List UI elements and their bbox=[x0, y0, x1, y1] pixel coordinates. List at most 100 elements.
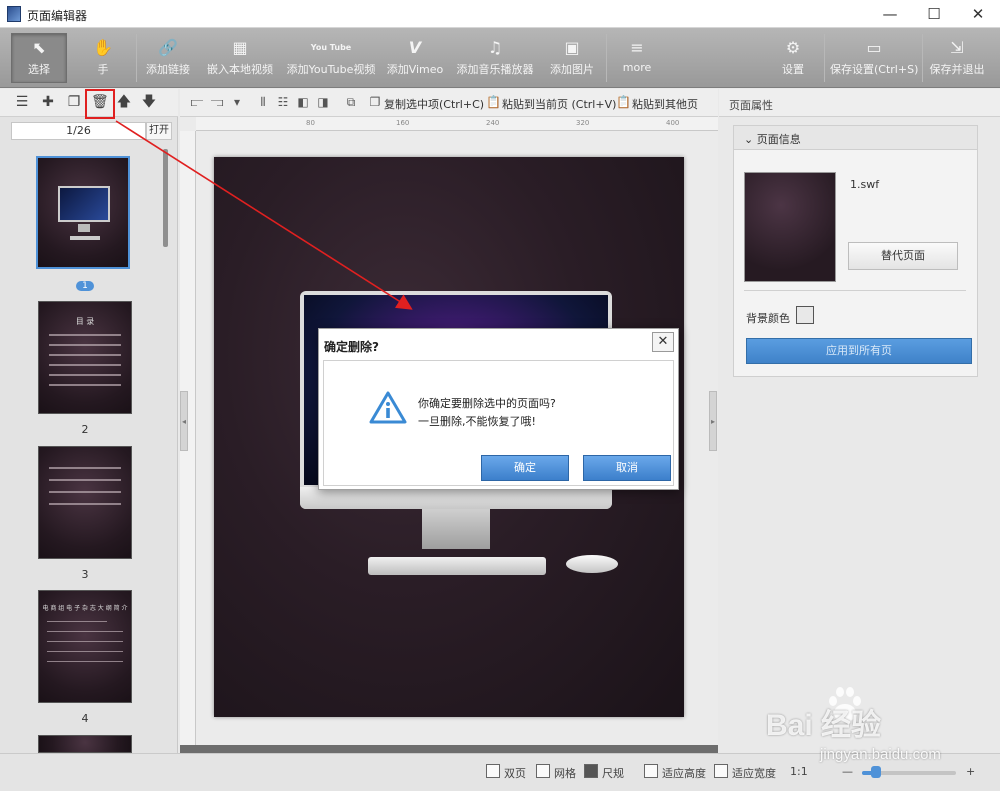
page-info-section: ⌄ 页面信息 1.swf 替代页面 背景颜色 应用到所有页 bbox=[733, 125, 978, 377]
grid-toggle[interactable]: 网格 bbox=[554, 765, 576, 781]
arrow-up-icon[interactable]: 🡅 bbox=[116, 94, 132, 110]
youtube-icon: You Tube bbox=[310, 43, 352, 52]
page-list-toolbar: ☰ ✚ ❐ 🗑 🡅 🡇 bbox=[0, 89, 178, 119]
bg-color-swatch[interactable] bbox=[796, 306, 814, 324]
add-youtube-button[interactable]: You Tube 添加YouTube视频 bbox=[284, 28, 378, 86]
maximize-button[interactable]: ☐ bbox=[912, 0, 956, 28]
mouse-image bbox=[566, 555, 618, 573]
ok-button[interactable]: 确定 bbox=[481, 455, 569, 481]
double-page-toggle[interactable]: 双页 bbox=[504, 765, 526, 781]
zoom-out-button[interactable]: — bbox=[842, 765, 853, 778]
vimeo-icon: V bbox=[408, 38, 422, 57]
main-toolbar: ⬉ 选择 ✋ 手 🔗 添加链接 ▦ 嵌入本地视频 You Tube 添加YouT… bbox=[0, 28, 1000, 88]
send-back-icon[interactable]: ◨ bbox=[316, 95, 330, 109]
minimize-button[interactable]: — bbox=[868, 0, 912, 28]
add-image-button[interactable]: ▣ 添加图片 bbox=[544, 28, 600, 86]
add-music-player-button[interactable]: ♫ 添加音乐播放器 bbox=[452, 28, 538, 86]
title-bar: 页面编辑器 — ☐ ✕ bbox=[0, 0, 1000, 28]
fit-width-icon[interactable] bbox=[714, 764, 728, 778]
paste-current-button[interactable]: 粘贴到当前页 (Ctrl+V) bbox=[502, 96, 616, 112]
page-properties-panel: 页面属性 ⌄ 页面信息 1.swf 替代页面 背景颜色 应用到所有页 bbox=[719, 89, 1000, 753]
distribute-v-icon[interactable]: ☷ bbox=[276, 95, 290, 109]
horizontal-ruler: 80 160 240 320 400 bbox=[196, 117, 718, 131]
exit-icon: ⇲ bbox=[950, 38, 964, 57]
list-icon[interactable]: ☰ bbox=[14, 94, 30, 110]
fit-height-icon[interactable] bbox=[644, 764, 658, 778]
paste-icon[interactable]: 📋 bbox=[486, 95, 501, 109]
add-vimeo-button[interactable]: V 添加Vimeo bbox=[384, 28, 446, 86]
arrow-down-icon[interactable]: 🡇 bbox=[141, 94, 157, 110]
info-warning-icon bbox=[369, 391, 407, 424]
gear-icon: ⚙ bbox=[785, 38, 801, 57]
cancel-button[interactable]: 取消 bbox=[583, 455, 671, 481]
save-and-exit-button[interactable]: ⇲ 保存并退出 bbox=[926, 28, 988, 86]
dialog-close-button[interactable]: ✕ bbox=[652, 332, 674, 352]
open-button[interactable]: 打开 bbox=[146, 122, 172, 140]
chevron-down-icon: ⌄ bbox=[744, 133, 754, 146]
dialog-message-line2: 一旦删除,不能恢复了哦! bbox=[418, 415, 536, 428]
page-number-2: 2 bbox=[81, 423, 89, 436]
page-file-name: 1.swf bbox=[850, 178, 880, 191]
select-tool-button[interactable]: ⬉ 选择 bbox=[11, 33, 67, 83]
image-icon: ▣ bbox=[564, 38, 580, 57]
collapse-left-tab[interactable]: ◂ bbox=[180, 391, 188, 451]
close-window-button[interactable]: ✕ bbox=[956, 0, 1000, 28]
page-number-3: 3 bbox=[81, 568, 89, 581]
bring-front-icon[interactable]: ◧ bbox=[296, 95, 310, 109]
paste-other-pages-button[interactable]: 粘贴到其他页 bbox=[632, 96, 698, 112]
page-info-header[interactable]: ⌄ 页面信息 bbox=[734, 126, 977, 150]
save-settings-button[interactable]: ▭ 保存设置(Ctrl+S) bbox=[830, 28, 918, 86]
save-icon: ▭ bbox=[866, 38, 882, 57]
window-title: 页面编辑器 bbox=[27, 9, 88, 23]
watermark-url: jingyan.baidu.com bbox=[820, 746, 941, 763]
annotation-highlight-box bbox=[85, 89, 115, 119]
ruler-icon[interactable] bbox=[584, 764, 598, 778]
grid-icon[interactable] bbox=[536, 764, 550, 778]
fit-width-button[interactable]: 适应宽度 bbox=[732, 765, 776, 781]
link-icon: 🔗 bbox=[158, 38, 178, 57]
zoom-in-button[interactable]: + bbox=[966, 765, 975, 778]
copy-page-icon[interactable]: ❐ bbox=[66, 94, 82, 110]
ruler-toggle[interactable]: 尺规 bbox=[602, 765, 624, 781]
page-list-panel: ☰ ✚ ❐ 🗑 🡅 🡇 1/26 打开 1 目 录 2 3 电 商 组 电 子 … bbox=[0, 89, 178, 753]
align-left-icon[interactable]: ⫍ bbox=[190, 95, 204, 109]
distribute-h-icon[interactable]: ⦀ bbox=[256, 95, 270, 109]
settings-button[interactable]: ⚙ 设置 bbox=[772, 28, 814, 86]
zoom-slider-knob[interactable] bbox=[871, 766, 882, 778]
layer-icon[interactable]: ⧉ bbox=[344, 95, 358, 109]
collapse-right-tab[interactable]: ▸ bbox=[709, 391, 717, 451]
keyboard-image bbox=[368, 557, 546, 575]
copy-icon[interactable]: ❐ bbox=[368, 95, 382, 109]
copy-selected-button[interactable]: 复制选中项(Ctrl+C) bbox=[384, 96, 484, 112]
page-thumbnail-4[interactable]: 电 商 组 电 子 杂 志 大 纲 简 介 bbox=[38, 590, 132, 703]
more-button[interactable]: ≡ more bbox=[614, 28, 660, 86]
page-thumbnail-1[interactable] bbox=[36, 156, 130, 269]
bg-color-label: 背景颜色 bbox=[746, 312, 790, 325]
page-thumbnail-3[interactable] bbox=[38, 446, 132, 559]
hand-icon: ✋ bbox=[93, 38, 113, 57]
monitor-stand bbox=[422, 509, 490, 549]
add-link-button[interactable]: 🔗 添加链接 bbox=[140, 28, 196, 86]
hand-tool-button[interactable]: ✋ 手 bbox=[78, 28, 128, 86]
actual-size-button[interactable]: 1:1 bbox=[790, 765, 808, 778]
page-info-thumbnail bbox=[744, 172, 836, 282]
page-thumbnail-2[interactable]: 目 录 bbox=[38, 301, 132, 414]
align-top-icon[interactable]: ⫎ bbox=[210, 95, 224, 109]
add-page-icon[interactable]: ✚ bbox=[40, 94, 56, 110]
horizontal-scrollbar[interactable] bbox=[180, 745, 718, 753]
page-number-4: 4 bbox=[81, 712, 89, 725]
double-page-icon[interactable] bbox=[486, 764, 500, 778]
more-icon: ≡ bbox=[630, 38, 644, 57]
fit-height-button[interactable]: 适应高度 bbox=[662, 765, 706, 781]
page-number-1: 1 bbox=[38, 278, 132, 291]
paste-other-icon[interactable]: 📋 bbox=[616, 95, 631, 109]
embed-local-video-button[interactable]: ▦ 嵌入本地视频 bbox=[202, 28, 278, 86]
align-bottom-icon[interactable]: ▾ bbox=[230, 95, 244, 109]
apply-all-pages-button[interactable]: 应用到所有页 bbox=[746, 338, 972, 364]
replace-page-button[interactable]: 替代页面 bbox=[848, 242, 958, 270]
page-counter[interactable]: 1/26 bbox=[11, 122, 146, 140]
app-icon bbox=[7, 6, 21, 22]
page-thumbnail-5[interactable] bbox=[38, 735, 132, 753]
properties-header: 页面属性 bbox=[719, 89, 1000, 117]
thumbnail-scrollbar[interactable] bbox=[163, 149, 168, 247]
